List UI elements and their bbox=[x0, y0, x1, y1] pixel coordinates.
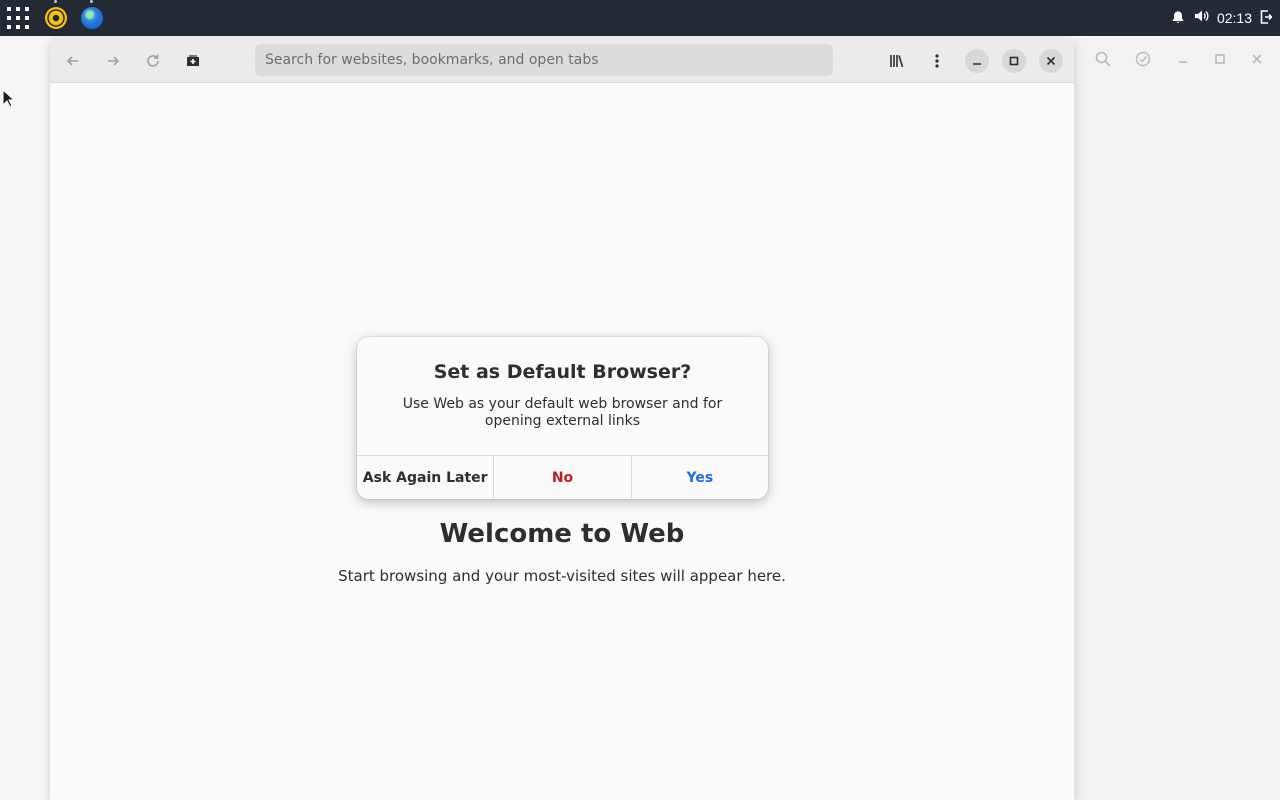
bell-icon[interactable] bbox=[1171, 9, 1185, 28]
dialog-title: Set as Default Browser? bbox=[433, 361, 692, 383]
header-bar bbox=[50, 38, 1074, 83]
running-indicator bbox=[90, 0, 93, 3]
welcome-title: Welcome to Web bbox=[439, 519, 685, 549]
close-icon bbox=[1248, 50, 1266, 68]
search-input[interactable] bbox=[265, 52, 833, 68]
top-panel: 02:13 bbox=[0, 0, 1280, 36]
back-arrow-icon[interactable] bbox=[61, 49, 85, 73]
search-icon bbox=[1094, 50, 1112, 68]
ask-again-later-button[interactable]: Ask Again Later bbox=[357, 456, 495, 499]
clock[interactable]: 02:13 bbox=[1217, 10, 1252, 26]
no-button[interactable]: No bbox=[494, 456, 632, 499]
welcome-subtitle: Start browsing and your most-visited sit… bbox=[338, 567, 786, 585]
default-browser-dialog: Set as Default Browser? Use Web as your … bbox=[357, 337, 768, 499]
forward-arrow-icon[interactable] bbox=[101, 49, 125, 73]
bookmarks-library-icon[interactable] bbox=[885, 49, 909, 73]
dialog-buttons: Ask Again Later No Yes bbox=[357, 455, 768, 499]
close-icon[interactable] bbox=[1039, 49, 1063, 73]
maximize-icon[interactable] bbox=[1002, 49, 1026, 73]
reload-icon[interactable] bbox=[141, 49, 165, 73]
web-browser-icon[interactable] bbox=[81, 7, 103, 29]
system-tray: 02:13 bbox=[1171, 0, 1273, 36]
minimize-icon bbox=[1174, 50, 1192, 68]
volume-icon[interactable] bbox=[1193, 8, 1209, 28]
apps-grid-icon[interactable] bbox=[6, 6, 30, 30]
yes-button[interactable]: Yes bbox=[631, 456, 768, 499]
running-indicator bbox=[54, 0, 57, 3]
new-tab-icon[interactable] bbox=[181, 49, 205, 73]
rhythmbox-icon[interactable] bbox=[45, 7, 67, 29]
menu-kebab-icon[interactable] bbox=[925, 49, 949, 73]
search-bar[interactable] bbox=[255, 44, 833, 76]
logout-icon[interactable] bbox=[1260, 9, 1273, 28]
maximize-icon bbox=[1211, 50, 1229, 68]
minimize-icon[interactable] bbox=[965, 49, 989, 73]
dialog-body: Use Web as your default web browser and … bbox=[402, 396, 723, 429]
mouse-pointer-icon bbox=[2, 88, 16, 109]
check-icon bbox=[1134, 50, 1152, 68]
background-window bbox=[1075, 38, 1280, 800]
